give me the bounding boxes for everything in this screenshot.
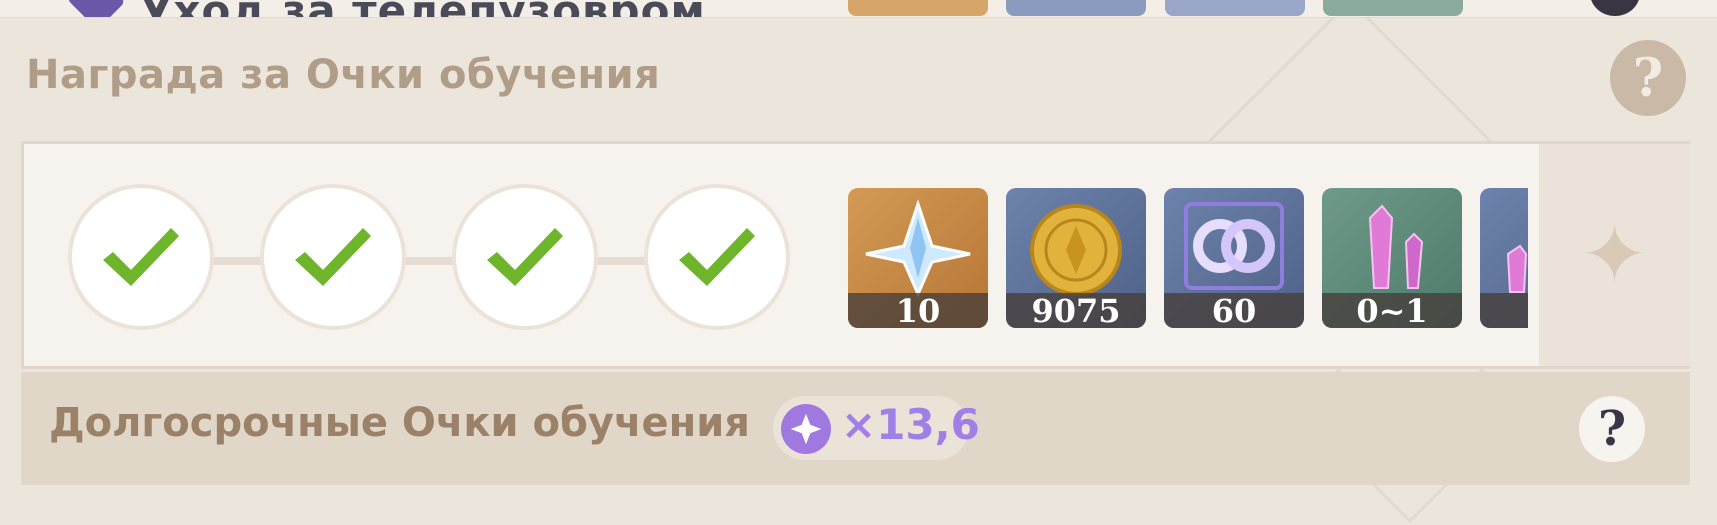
primogem-icon — [865, 199, 971, 298]
emblem-icon — [66, 0, 126, 17]
crystal-icon — [1506, 244, 1528, 293]
previous-panel-title: Уход за телепузовром — [140, 0, 706, 17]
four-point-star-icon: ✦ — [1580, 208, 1649, 301]
help-button[interactable]: ? — [1577, 394, 1647, 464]
checkmark-icon — [103, 228, 179, 286]
crystal-icon — [1368, 204, 1424, 289]
reward-quantity: 1 — [1480, 293, 1528, 328]
reward-quantity: 0~1 — [1322, 293, 1462, 328]
checkmark-icon — [679, 228, 755, 286]
help-button[interactable]: ? — [1610, 40, 1686, 116]
milestone-node[interactable] — [68, 184, 214, 330]
reward-quantity: 9075 — [1006, 293, 1146, 328]
reward-tile[interactable] — [1323, 0, 1463, 16]
multiplier-value: ×13,6 — [841, 400, 980, 449]
reward-panel: 10 9075 60 0~1 ✦ — [21, 141, 1690, 369]
milestone-node[interactable] — [452, 184, 598, 330]
reward-list: 10 9075 60 0~1 — [848, 188, 1528, 330]
mora-coin-icon — [1030, 204, 1122, 296]
reward-tile[interactable] — [848, 0, 988, 16]
multiplier-badge: ×13,6 — [773, 396, 980, 460]
section-title: Награда за Очки обучения — [26, 52, 661, 98]
milestone-node[interactable] — [260, 184, 406, 330]
scroll-right-button[interactable]: ✦ — [1539, 144, 1690, 366]
reward-tile[interactable] — [1165, 0, 1305, 16]
reward-tile[interactable]: 9075 — [1006, 188, 1146, 328]
reward-tile[interactable] — [1006, 0, 1146, 16]
reward-tile[interactable]: 60 — [1164, 188, 1304, 328]
reward-tile[interactable]: 1 — [1480, 188, 1528, 328]
reward-tile[interactable]: 10 — [848, 188, 988, 328]
checkmark-icon — [487, 228, 563, 286]
fetters-exp-icon — [1184, 202, 1284, 290]
milestone-node[interactable] — [644, 184, 790, 330]
close-icon[interactable] — [1590, 0, 1640, 16]
reward-quantity: 60 — [1164, 293, 1304, 328]
long-term-title: Долгосрочные Очки обучения — [49, 400, 750, 446]
training-point-icon — [781, 404, 831, 454]
checkmark-icon — [295, 228, 371, 286]
reward-quantity: 10 — [848, 293, 988, 328]
reward-tile[interactable]: 0~1 — [1322, 188, 1462, 328]
previous-panel-strip: Уход за телепузовром — [0, 0, 1717, 18]
long-term-points-bar: Долгосрочные Очки обучения ×13,6 ? — [21, 372, 1690, 485]
